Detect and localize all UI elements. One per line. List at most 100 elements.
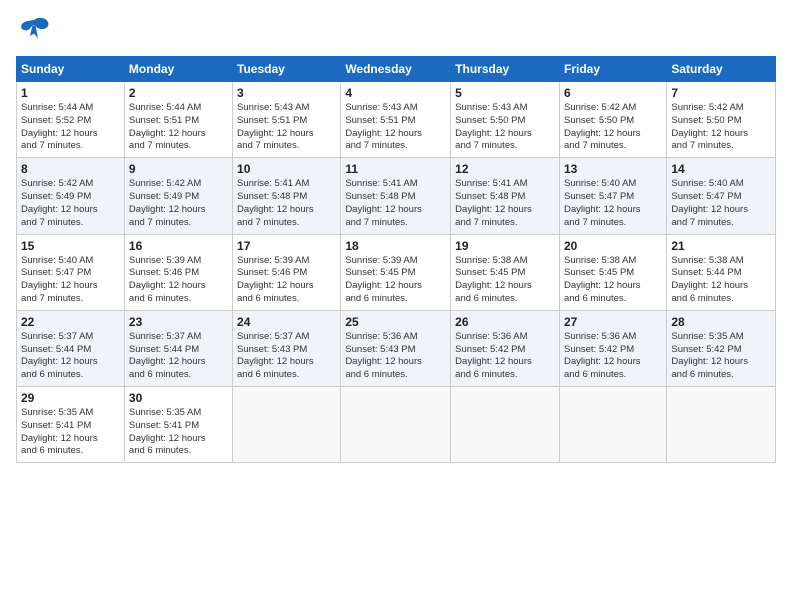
day-number: 25 (345, 315, 446, 329)
day-cell: 6 Sunrise: 5:42 AM Sunset: 5:50 PM Daylig… (559, 82, 666, 158)
day-cell: 14 Sunrise: 5:40 AM Sunset: 5:47 PM Dayli… (667, 158, 776, 234)
day-info: Sunrise: 5:39 AM Sunset: 5:46 PM Dayligh… (237, 255, 336, 306)
header (16, 16, 776, 44)
week-row-1: 1 Sunrise: 5:44 AM Sunset: 5:52 PM Daylig… (17, 82, 776, 158)
calendar-body: 1 Sunrise: 5:44 AM Sunset: 5:52 PM Daylig… (17, 82, 776, 463)
day-cell: 2 Sunrise: 5:44 AM Sunset: 5:51 PM Daylig… (124, 82, 232, 158)
day-info: Sunrise: 5:35 AM Sunset: 5:42 PM Dayligh… (671, 331, 771, 382)
day-info: Sunrise: 5:36 AM Sunset: 5:42 PM Dayligh… (564, 331, 662, 382)
day-number: 7 (671, 86, 771, 100)
day-info: Sunrise: 5:42 AM Sunset: 5:49 PM Dayligh… (129, 178, 228, 229)
day-info: Sunrise: 5:36 AM Sunset: 5:42 PM Dayligh… (455, 331, 555, 382)
calendar-header: SundayMondayTuesdayWednesdayThursdayFrid… (17, 57, 776, 82)
day-cell: 13 Sunrise: 5:40 AM Sunset: 5:47 PM Dayli… (559, 158, 666, 234)
day-cell: 27Sunrise: 5:36 AM Sunset: 5:42 PM Dayli… (559, 310, 666, 386)
day-number: 26 (455, 315, 555, 329)
day-number: 23 (129, 315, 228, 329)
day-number: 22 (21, 315, 120, 329)
day-number: 29 (21, 391, 120, 405)
day-number: 1 (21, 86, 120, 100)
day-info: Sunrise: 5:44 AM Sunset: 5:52 PM Dayligh… (21, 102, 120, 153)
day-cell (451, 387, 560, 463)
day-cell: 11 Sunrise: 5:41 AM Sunset: 5:48 PM Dayli… (341, 158, 451, 234)
day-cell: 23 Sunrise: 5:37 AM Sunset: 5:44 PM Dayli… (124, 310, 232, 386)
day-cell: 8Sunrise: 5:42 AM Sunset: 5:49 PM Daylig… (17, 158, 125, 234)
day-number: 11 (345, 162, 446, 176)
week-row-2: 8 Sunrise: 5:42 AM Sunset: 5:49 PM Daylig… (17, 158, 776, 234)
day-info: Sunrise: 5:43 AM Sunset: 5:51 PM Dayligh… (345, 102, 446, 153)
day-cell: 3 Sunrise: 5:43 AM Sunset: 5:51 PM Daylig… (233, 82, 341, 158)
day-number: 8 (21, 162, 120, 176)
day-number: 15 (21, 239, 120, 253)
day-info: Sunrise: 5:42 AM Sunset: 5:50 PM Dayligh… (564, 102, 662, 153)
day-cell: 5 Sunrise: 5:43 AM Sunset: 5:50 PM Daylig… (451, 82, 560, 158)
day-info: Sunrise: 5:41 AM Sunset: 5:48 PM Dayligh… (237, 178, 336, 229)
day-cell: 26 Sunrise: 5:36 AM Sunset: 5:42 PM Dayli… (451, 310, 560, 386)
day-cell (667, 387, 776, 463)
week-row-3: 15 Sunrise: 5:40 AM Sunset: 5:47 PM Dayli… (17, 234, 776, 310)
day-number: 4 (345, 86, 446, 100)
day-cell: 16 Sunrise: 5:39 AM Sunset: 5:46 PM Dayli… (124, 234, 232, 310)
day-number: 17 (237, 239, 336, 253)
day-info: Sunrise: 5:36 AM Sunset: 5:43 PM Dayligh… (345, 331, 446, 382)
day-cell: 19 Sunrise: 5:38 AM Sunset: 5:45 PM Dayli… (451, 234, 560, 310)
day-info: Sunrise: 5:38 AM Sunset: 5:45 PM Dayligh… (564, 255, 662, 306)
day-number: 28 (671, 315, 771, 329)
day-number: 24 (237, 315, 336, 329)
day-info: Sunrise: 5:40 AM Sunset: 5:47 PM Dayligh… (671, 178, 771, 229)
calendar-table: SundayMondayTuesdayWednesdayThursdayFrid… (16, 56, 776, 463)
day-cell: 25 Sunrise: 5:36 AM Sunset: 5:43 PM Dayli… (341, 310, 451, 386)
day-cell: 7 Sunrise: 5:42 AM Sunset: 5:50 PM Daylig… (667, 82, 776, 158)
day-info: Sunrise: 5:37 AM Sunset: 5:44 PM Dayligh… (129, 331, 228, 382)
day-cell: 18 Sunrise: 5:39 AM Sunset: 5:45 PM Dayli… (341, 234, 451, 310)
day-info: Sunrise: 5:40 AM Sunset: 5:47 PM Dayligh… (21, 255, 120, 306)
day-info: Sunrise: 5:35 AM Sunset: 5:41 PM Dayligh… (21, 407, 120, 458)
day-info: Sunrise: 5:43 AM Sunset: 5:50 PM Dayligh… (455, 102, 555, 153)
day-info: Sunrise: 5:39 AM Sunset: 5:46 PM Dayligh… (129, 255, 228, 306)
day-cell (559, 387, 666, 463)
day-info: Sunrise: 5:39 AM Sunset: 5:45 PM Dayligh… (345, 255, 446, 306)
day-number: 14 (671, 162, 771, 176)
day-info: Sunrise: 5:41 AM Sunset: 5:48 PM Dayligh… (455, 178, 555, 229)
day-number: 10 (237, 162, 336, 176)
header-cell-tuesday: Tuesday (233, 57, 341, 82)
day-info: Sunrise: 5:43 AM Sunset: 5:51 PM Dayligh… (237, 102, 336, 153)
header-row: SundayMondayTuesdayWednesdayThursdayFrid… (17, 57, 776, 82)
logo-icon (18, 16, 50, 44)
day-number: 20 (564, 239, 662, 253)
day-cell: 12 Sunrise: 5:41 AM Sunset: 5:48 PM Dayli… (451, 158, 560, 234)
header-cell-saturday: Saturday (667, 57, 776, 82)
day-cell: 24 Sunrise: 5:37 AM Sunset: 5:43 PM Dayli… (233, 310, 341, 386)
day-cell: 15 Sunrise: 5:40 AM Sunset: 5:47 PM Dayli… (17, 234, 125, 310)
day-number: 21 (671, 239, 771, 253)
header-cell-sunday: Sunday (17, 57, 125, 82)
day-number: 18 (345, 239, 446, 253)
day-info: Sunrise: 5:38 AM Sunset: 5:45 PM Dayligh… (455, 255, 555, 306)
day-number: 6 (564, 86, 662, 100)
day-cell: 20 Sunrise: 5:38 AM Sunset: 5:45 PM Dayli… (559, 234, 666, 310)
page-container: SundayMondayTuesdayWednesdayThursdayFrid… (0, 0, 792, 471)
day-number: 30 (129, 391, 228, 405)
day-cell: 21 Sunrise: 5:38 AM Sunset: 5:44 PM Dayli… (667, 234, 776, 310)
day-cell: 17 Sunrise: 5:39 AM Sunset: 5:46 PM Dayli… (233, 234, 341, 310)
day-info: Sunrise: 5:37 AM Sunset: 5:44 PM Dayligh… (21, 331, 120, 382)
day-number: 9 (129, 162, 228, 176)
day-number: 19 (455, 239, 555, 253)
day-number: 13 (564, 162, 662, 176)
day-cell: 28 Sunrise: 5:35 AM Sunset: 5:42 PM Dayli… (667, 310, 776, 386)
day-number: 5 (455, 86, 555, 100)
day-number: 3 (237, 86, 336, 100)
day-number: 2 (129, 86, 228, 100)
day-number: 16 (129, 239, 228, 253)
day-cell: 29 Sunrise: 5:35 AM Sunset: 5:41 PM Dayli… (17, 387, 125, 463)
day-number: 12 (455, 162, 555, 176)
day-info: Sunrise: 5:37 AM Sunset: 5:43 PM Dayligh… (237, 331, 336, 382)
day-info: Sunrise: 5:44 AM Sunset: 5:51 PM Dayligh… (129, 102, 228, 153)
day-info: Sunrise: 5:38 AM Sunset: 5:44 PM Dayligh… (671, 255, 771, 306)
day-info: Sunrise: 5:40 AM Sunset: 5:47 PM Dayligh… (564, 178, 662, 229)
day-cell: 30 Sunrise: 5:35 AM Sunset: 5:41 PM Dayli… (124, 387, 232, 463)
day-info: Sunrise: 5:41 AM Sunset: 5:48 PM Dayligh… (345, 178, 446, 229)
day-info: Sunrise: 5:42 AM Sunset: 5:50 PM Dayligh… (671, 102, 771, 153)
week-row-5: 29 Sunrise: 5:35 AM Sunset: 5:41 PM Dayli… (17, 387, 776, 463)
day-info: Sunrise: 5:35 AM Sunset: 5:41 PM Dayligh… (129, 407, 228, 458)
